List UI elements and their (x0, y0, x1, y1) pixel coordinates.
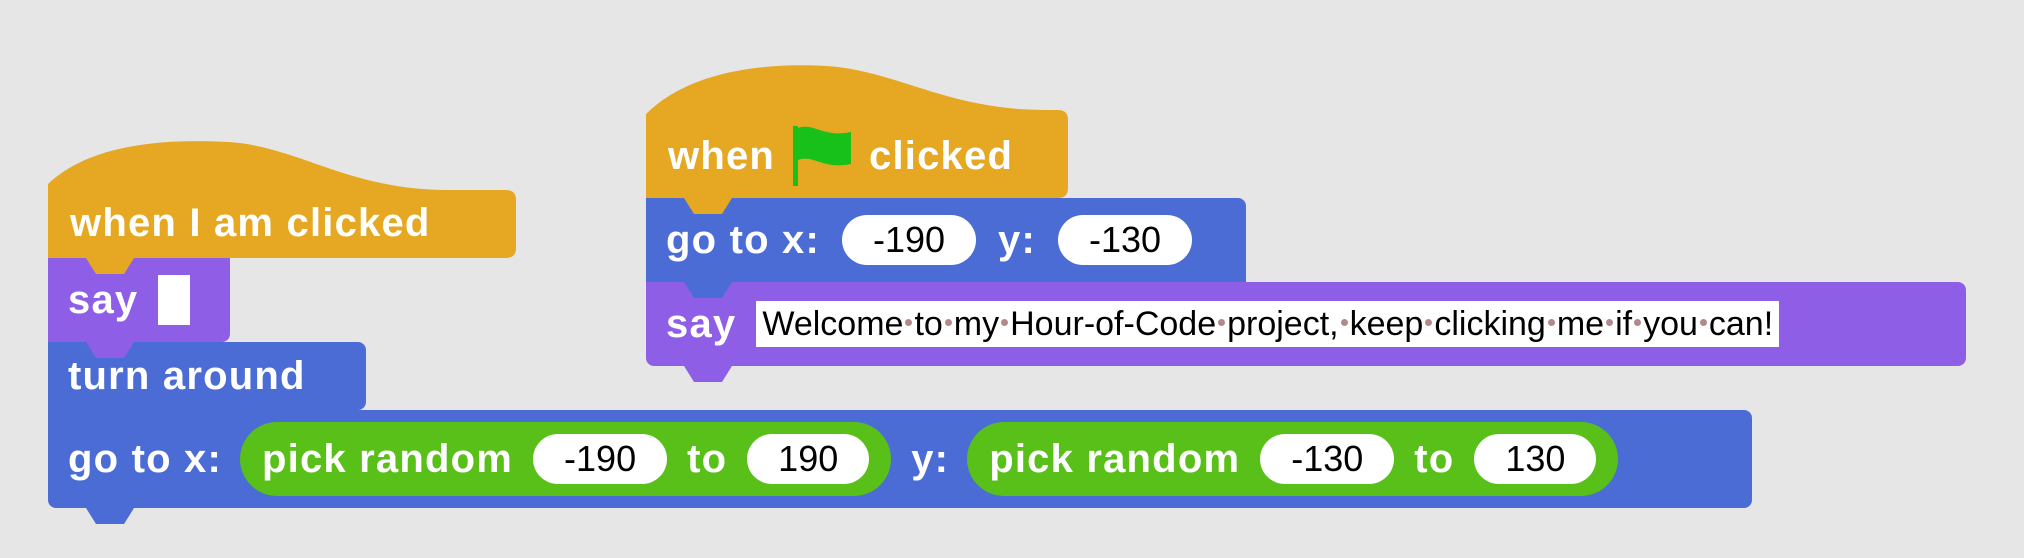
random-y-from-input[interactable]: -130 (1260, 434, 1395, 484)
hat-block-when-flag-clicked[interactable]: when clicked (646, 62, 1068, 198)
say-block[interactable]: say (48, 258, 230, 342)
space-dot (1340, 318, 1348, 326)
say-label: say (68, 277, 139, 322)
space-dot (1425, 318, 1433, 326)
pick-random-x-reporter[interactable]: pick random -190 to 190 (240, 422, 892, 496)
notch (86, 258, 134, 274)
word: if (1615, 304, 1633, 343)
go-to-y-label: y: (911, 436, 950, 481)
y-label: y: (998, 217, 1036, 262)
to-label: to (687, 436, 728, 481)
space-dot (1547, 318, 1555, 326)
word: clicking (1434, 304, 1546, 343)
word: me (1556, 304, 1605, 343)
notch (86, 508, 134, 524)
notch (684, 366, 732, 382)
notch (86, 410, 134, 426)
word: to (914, 304, 943, 343)
word: keep (1349, 304, 1424, 343)
space-dot (1001, 318, 1009, 326)
word: you (1643, 304, 1698, 343)
hat-label: when I am clicked (70, 201, 431, 245)
say-text-slot[interactable]: Welcome to my Hour-of-Code project, keep… (756, 301, 1780, 347)
hat-block-when-i-am-clicked[interactable]: when I am clicked (48, 138, 516, 258)
notch (684, 282, 732, 298)
word: Hour-of-Code (1010, 304, 1217, 343)
go-to-random-block[interactable]: go to x: pick random -190 to 190 y: pick… (48, 410, 1752, 508)
when-label: when (668, 133, 776, 178)
go-to-xy-block[interactable]: go to x: -190 y: -130 (646, 198, 1246, 282)
turn-around-label: turn around (68, 353, 306, 398)
say-label: say (666, 301, 737, 346)
y-input[interactable]: -130 (1057, 215, 1192, 265)
say-welcome-block[interactable]: say Welcome to my Hour-of-Code project, … (646, 282, 1966, 366)
go-to-x-label: go to x: (68, 436, 223, 481)
random-x-to-input[interactable]: 190 (747, 434, 870, 484)
pick-random-label: pick random (989, 436, 1241, 481)
space-dot (905, 318, 913, 326)
go-to-x-label: go to x: (666, 217, 821, 262)
word: can! (1708, 304, 1774, 343)
green-flag-icon (793, 126, 852, 186)
random-x-from-input[interactable]: -190 (533, 434, 668, 484)
space-dot (1634, 318, 1642, 326)
pick-random-label: pick random (262, 436, 514, 481)
random-y-to-input[interactable]: 130 (1474, 434, 1597, 484)
word: project, (1227, 304, 1339, 343)
pick-random-y-reporter[interactable]: pick random -130 to 130 (967, 422, 1619, 496)
x-input[interactable]: -190 (842, 215, 977, 265)
space-dot (1218, 318, 1226, 326)
word: Welcome (762, 304, 904, 343)
clicked-label: clicked (869, 133, 1014, 178)
space-dot (1606, 318, 1614, 326)
say-text-slot[interactable] (158, 275, 191, 325)
notch (684, 198, 732, 214)
word: my (953, 304, 1000, 343)
to-label: to (1414, 436, 1455, 481)
notch (86, 342, 134, 358)
space-dot (944, 318, 952, 326)
space-dot (1699, 318, 1707, 326)
